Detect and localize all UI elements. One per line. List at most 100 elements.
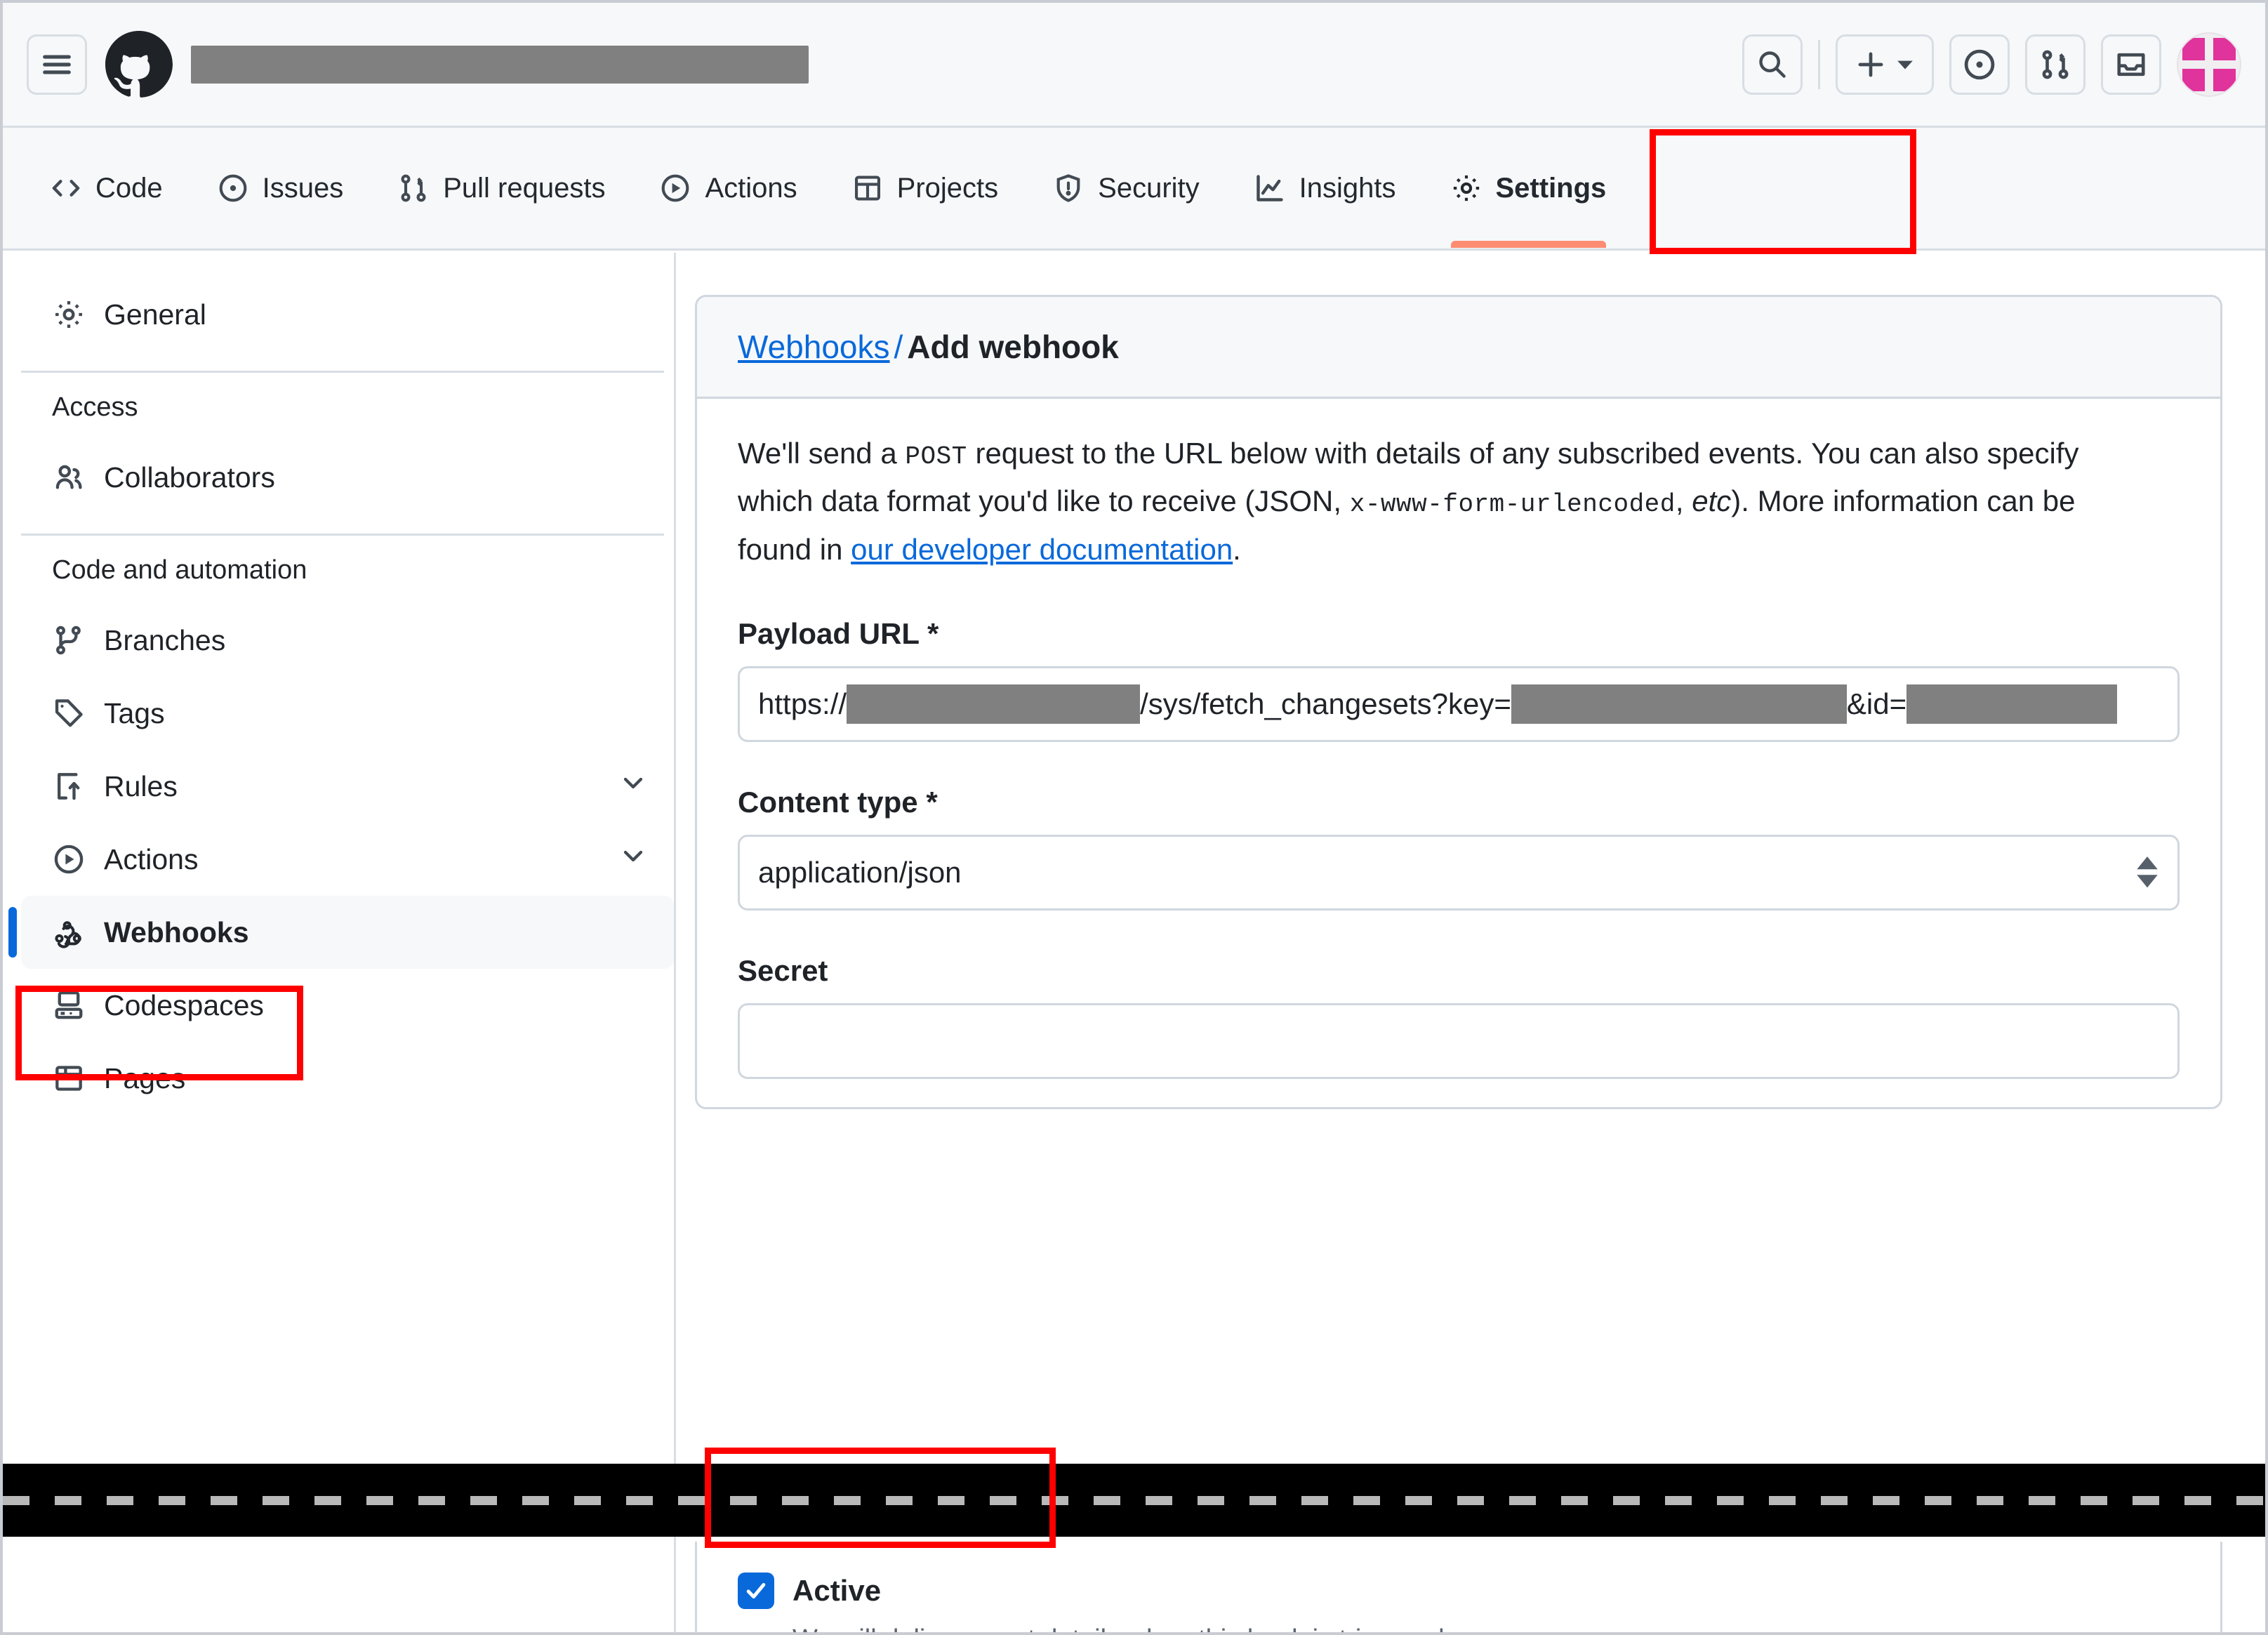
- intro-part-1: We'll send a: [738, 437, 906, 470]
- graph-icon: [1256, 175, 1283, 201]
- repository-name-redacted: [191, 45, 809, 84]
- sidebar-group-code-automation: Code and automation: [52, 555, 307, 585]
- browser-icon: [52, 1061, 86, 1095]
- tab-insights[interactable]: Insights: [1231, 128, 1420, 248]
- developer-documentation-link[interactable]: our developer documentation: [851, 533, 1233, 566]
- page-body: General Access Collaborators Code and au…: [3, 253, 2265, 1632]
- lower-sidebar-divider: [674, 1542, 676, 1632]
- codespaces-icon: [52, 988, 86, 1022]
- sidebar-divider: [674, 253, 676, 1632]
- breadcrumb-separator: /: [894, 329, 903, 365]
- intro-paragraph: We'll send a POST request to the URL bel…: [738, 430, 2149, 574]
- create-new-button[interactable]: [1836, 34, 1934, 95]
- payload-url-field: Payload URL * https:// /sys/fetch_changes…: [738, 617, 2180, 742]
- tab-security[interactable]: Security: [1029, 128, 1223, 248]
- add-webhook-panel-lower: Active We will deliver event details whe…: [695, 1542, 2222, 1632]
- tab-label: Actions: [705, 172, 797, 204]
- check-icon: [746, 1582, 766, 1599]
- avatar[interactable]: [2177, 32, 2241, 97]
- secret-input[interactable]: [738, 1002, 2180, 1079]
- content-type-label: Content type *: [738, 785, 938, 819]
- intro-part-5: .: [1233, 532, 1241, 566]
- gear-icon: [1453, 175, 1479, 201]
- tab-label: Issues: [262, 172, 344, 204]
- sidebar-divider-1: [21, 371, 664, 373]
- payload-url-id-param: &id=: [1846, 687, 1907, 720]
- global-header: [3, 3, 2265, 128]
- content-type-example: x-www-form-urlencoded: [1349, 490, 1676, 519]
- active-checkbox-row[interactable]: Active: [738, 1573, 2180, 1609]
- play-icon: [52, 842, 86, 876]
- webhook-icon: [52, 915, 86, 949]
- tab-label: Code: [95, 172, 163, 204]
- active-checkbox[interactable]: [738, 1573, 774, 1609]
- content-type-field: Content type * application/json: [738, 786, 2180, 911]
- active-indicator: [8, 907, 17, 958]
- hamburger-menu-icon[interactable]: [27, 34, 87, 95]
- tab-code[interactable]: Code: [27, 128, 187, 248]
- payload-url-prefix: https://: [758, 687, 847, 720]
- github-logo-icon[interactable]: [105, 30, 173, 98]
- sidebar-item-label: Pages: [104, 1061, 186, 1094]
- table-icon: [854, 176, 880, 201]
- tab-actions[interactable]: Actions: [636, 128, 821, 248]
- payload-url-key-redacted: [1511, 684, 1847, 724]
- sidebar-item-label: Tags: [104, 696, 165, 729]
- http-method: POST: [905, 442, 967, 471]
- tab-label: Settings: [1495, 172, 1607, 204]
- chevron-down-icon: [1897, 60, 1913, 69]
- breadcrumb-current: Add webhook: [907, 329, 1119, 365]
- secret-label: Secret: [738, 953, 828, 987]
- tab-settings[interactable]: Settings: [1427, 128, 1631, 248]
- git-branch-icon: [52, 623, 86, 657]
- intro-etc: etc: [1692, 484, 1732, 518]
- inbox-icon[interactable]: [2101, 34, 2161, 95]
- active-tab-underline: [1450, 241, 1607, 248]
- payload-url-path: /sys/fetch_changesets?key=: [1140, 687, 1511, 720]
- sidebar-item-webhooks[interactable]: Webhooks: [8, 896, 674, 969]
- panel-body: We'll send a POST request to the URL bel…: [697, 399, 2220, 1107]
- payload-url-input[interactable]: https:// /sys/fetch_changesets?key= &id=: [738, 666, 2180, 742]
- sidebar-item-general[interactable]: General: [21, 278, 674, 351]
- sidebar-item-label: Codespaces: [104, 988, 264, 1021]
- play-icon: [662, 174, 689, 202]
- sidebar-item-label: Actions: [104, 842, 199, 875]
- tab-issues[interactable]: Issues: [194, 128, 368, 248]
- sidebar-item-collaborators[interactable]: Collaborators: [21, 441, 674, 514]
- sidebar-item-actions[interactable]: Actions: [21, 823, 674, 896]
- git-pull-request-icon[interactable]: [2025, 34, 2085, 95]
- truncation-band: [3, 1464, 2265, 1537]
- sidebar-item-pages[interactable]: Pages: [21, 1042, 674, 1115]
- tab-label: Security: [1098, 172, 1200, 204]
- breadcrumb-webhooks-link[interactable]: Webhooks: [738, 329, 890, 365]
- shield-icon: [1056, 174, 1080, 202]
- add-webhook-panel: Webhooks / Add webhook We'll send a POST r…: [695, 295, 2222, 1109]
- gear-icon: [52, 298, 86, 331]
- tab-pull-requests[interactable]: Pull requests: [374, 128, 629, 248]
- tab-projects[interactable]: Projects: [828, 128, 1023, 248]
- code-icon: [52, 180, 80, 197]
- sidebar-item-label: General: [104, 298, 206, 331]
- sidebar-item-label: Collaborators: [104, 461, 275, 494]
- breadcrumb: Webhooks / Add webhook: [697, 297, 2220, 399]
- repository-nav: Code Issues Pull requests Actions Projec…: [3, 128, 2265, 251]
- rules-icon: [52, 769, 86, 803]
- content-type-select[interactable]: application/json: [738, 834, 2180, 911]
- sidebar-item-codespaces[interactable]: Codespaces: [21, 969, 674, 1042]
- chevron-down-icon[interactable]: [619, 769, 647, 804]
- sidebar-item-tags[interactable]: Tags: [21, 677, 674, 750]
- sidebar-item-rules[interactable]: Rules: [21, 750, 674, 823]
- dashed-cut-line: [3, 1496, 2265, 1505]
- search-icon[interactable]: [1742, 34, 1803, 95]
- header-divider: [1818, 39, 1820, 89]
- settings-sidebar: General Access Collaborators Code and au…: [8, 278, 674, 1115]
- sidebar-item-branches[interactable]: Branches: [21, 604, 674, 677]
- chevron-down-icon[interactable]: [619, 842, 647, 877]
- sidebar-divider-2: [21, 534, 664, 536]
- issue-opened-icon[interactable]: [1949, 34, 2010, 95]
- tab-label: Pull requests: [443, 172, 606, 204]
- payload-url-id-redacted: [1906, 684, 2118, 724]
- browser-screenshot: Code Issues Pull requests Actions Projec…: [0, 0, 2268, 1635]
- sidebar-item-label: Rules: [104, 769, 178, 802]
- tag-icon: [52, 696, 86, 730]
